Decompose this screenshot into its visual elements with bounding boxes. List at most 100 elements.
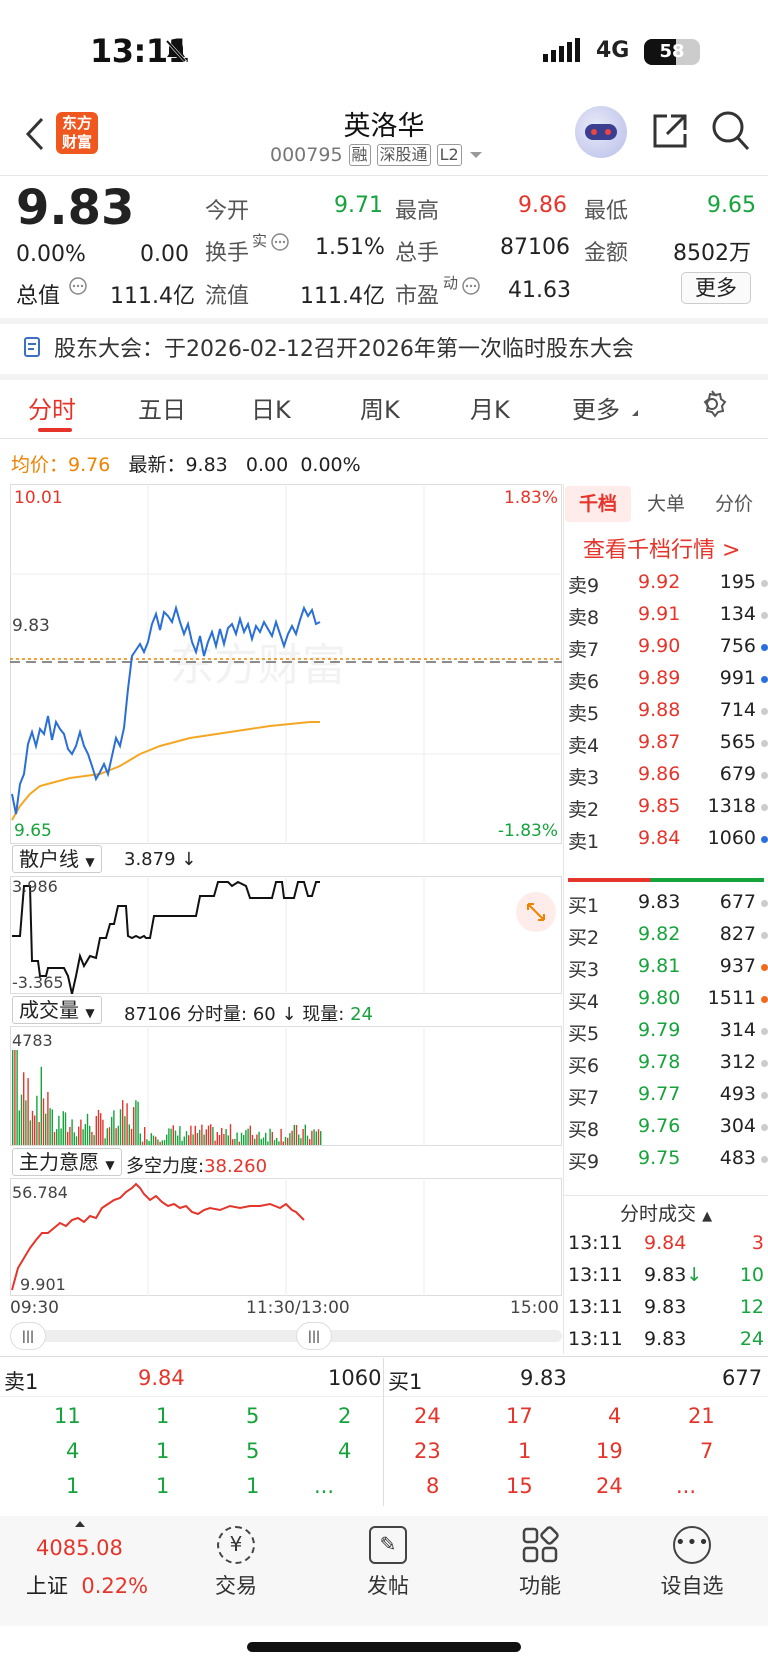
intraday-chart[interactable]: 东方财富 10.01 9.83 9.65 1.83% -1.83% [10,484,562,844]
stock-code-row[interactable]: 000795 融 深股通 L2 [270,144,484,166]
pe-label: 市盈 [395,284,440,309]
scroll-handle-left[interactable]: ||| [10,1322,46,1350]
time-scrollbar[interactable]: ||| ||| [10,1322,562,1350]
ask-row-6[interactable]: 卖4 9.87 565 [568,726,768,760]
level-volume: 1318 [707,795,756,817]
tab-big-order[interactable]: 大单 [633,486,699,522]
qiandang-link[interactable]: 查看千档行情 > [583,532,740,564]
bid-row-8[interactable]: 买8 9.76 304 [568,1110,768,1144]
volume-bar [75,1136,78,1145]
trade-volume: 10 [739,1264,764,1286]
status-dot [761,772,768,779]
float-mv-value: 111.4亿 [300,284,385,309]
level-price: 9.92 [638,571,681,593]
status-dot [761,1124,768,1131]
tab-qiandang[interactable]: 千档 [565,486,631,522]
amount-label: 金额 [584,241,629,266]
main-force-y-top: 56.784 [12,1183,68,1202]
tab-monthly-k[interactable]: 月K [470,390,510,425]
tab-weekly-k[interactable]: 周K [360,390,400,425]
down-arrow-icon: ↓ [686,1264,703,1286]
volume-bar [201,1124,203,1145]
volume-info: 87106 分时量: 60 ↓ 现量: 24 [124,1004,373,1025]
sell1-price: 9.84 [138,1366,185,1390]
tab-more[interactable]: 更多 [572,390,620,425]
info-icon[interactable] [461,276,481,296]
tab-daily-k[interactable]: 日K [251,390,291,425]
volume-bar [148,1141,150,1145]
volume-bar [207,1125,210,1145]
bid-row-2[interactable]: 买2 9.82 827 [568,918,768,952]
volume-bar [102,1119,104,1145]
bid-row-4[interactable]: 买4 9.80 1511 [568,982,768,1016]
main-force-dropdown[interactable]: 主力意愿 ▼ [12,1148,122,1176]
volume-bar [293,1124,295,1145]
level-label: 卖8 [568,607,600,629]
info-icon[interactable] [68,276,88,296]
tab-functions[interactable]: 功能 [490,1526,590,1600]
network-label: 4G [596,38,630,63]
index-name[interactable]: 上证 0.22% [26,1570,148,1600]
buy1-label: 买1 [388,1370,423,1394]
level-label: 买6 [568,1055,600,1077]
notice-bar[interactable]: 股东大会：于2026-02-12召开2026年第一次临时股东大会 [22,331,634,363]
level-label: 卖6 [568,671,600,693]
expand-icon[interactable] [516,892,556,932]
trade-volume: 24 [739,1328,764,1350]
volume-dropdown[interactable]: 成交量 ▼ [12,996,102,1024]
buy-queue-cell: 23 [414,1439,441,1463]
bid-row-1[interactable]: 买1 9.83 677 [568,886,768,920]
info-icon[interactable] [270,232,290,252]
ask-row-9[interactable]: 卖1 9.84 1060 [568,822,768,856]
retail-line-chart[interactable]: 3.986 -3.365 [10,876,562,994]
tab-price-dist[interactable]: 分价 [701,486,767,522]
ask-row-3[interactable]: 卖7 9.90 756 [568,630,768,664]
status-dot [761,740,768,747]
settings-icon[interactable] [697,389,727,419]
volume-chart[interactable]: 4783 [10,1026,562,1146]
volume-bar [254,1138,256,1145]
volume-bar [139,1133,141,1145]
bid-row-9[interactable]: 买9 9.75 483 [568,1142,768,1176]
ask-row-2[interactable]: 卖8 9.91 134 [568,598,768,632]
volume-bar [179,1126,181,1145]
tab-intraday[interactable]: 分时 [28,390,76,425]
level-price: 9.90 [638,635,681,657]
level-label: 卖3 [568,767,600,789]
bid-row-7[interactable]: 买7 9.77 493 [568,1078,768,1112]
trade-price: 9.83↓ [644,1264,703,1286]
ask-row-7[interactable]: 卖3 9.86 679 [568,758,768,792]
main-force-chart[interactable]: 56.784 9.901 [10,1178,562,1296]
trades-title[interactable]: 分时成交 ▲ [620,1199,712,1226]
volume-bar [300,1138,302,1145]
retail-line-dropdown[interactable]: 散户线 ▼ [12,845,102,873]
more-button[interactable]: 更多 [681,272,751,304]
sell-queue-cell: 1 [66,1474,80,1498]
trade-price: 9.83 [644,1296,687,1318]
bid-row-6[interactable]: 买6 9.78 312 [568,1046,768,1080]
bid-row-5[interactable]: 买5 9.79 314 [568,1014,768,1048]
volume-bar [234,1138,236,1145]
level-label: 买8 [568,1119,600,1141]
trade-volume: 12 [739,1296,764,1318]
volume-bar [100,1113,102,1145]
level-volume: 304 [719,1115,756,1137]
volume-bar [20,1094,23,1145]
bid-row-3[interactable]: 买3 9.81 937 [568,950,768,984]
tab-five-day[interactable]: 五日 [138,390,186,425]
volume-bar [245,1130,247,1145]
ask-row-4[interactable]: 卖6 9.89 991 [568,662,768,696]
volume-bar [181,1140,183,1145]
volume-bar [203,1134,205,1145]
scroll-handle-right[interactable]: ||| [296,1322,332,1350]
volume-bar [212,1127,214,1145]
ask-row-1[interactable]: 卖9 9.92 195 [568,566,768,600]
tab-trade[interactable]: ¥ 交易 [186,1526,286,1600]
volume-bar [267,1141,269,1145]
index-value[interactable]: 4085.08 [36,1536,123,1560]
tab-post[interactable]: ✎ 发帖 [338,1526,438,1600]
level2-queue: 卖1 9.84 1060 买1 9.83 677 11 1 5 2 4 1 5 4 1 1 1...… [0,1358,768,1506]
tab-add-watchlist[interactable]: ••• 设自选 [642,1526,742,1600]
ask-row-5[interactable]: 卖5 9.88 714 [568,694,768,728]
ask-row-8[interactable]: 卖2 9.85 1318 [568,790,768,824]
